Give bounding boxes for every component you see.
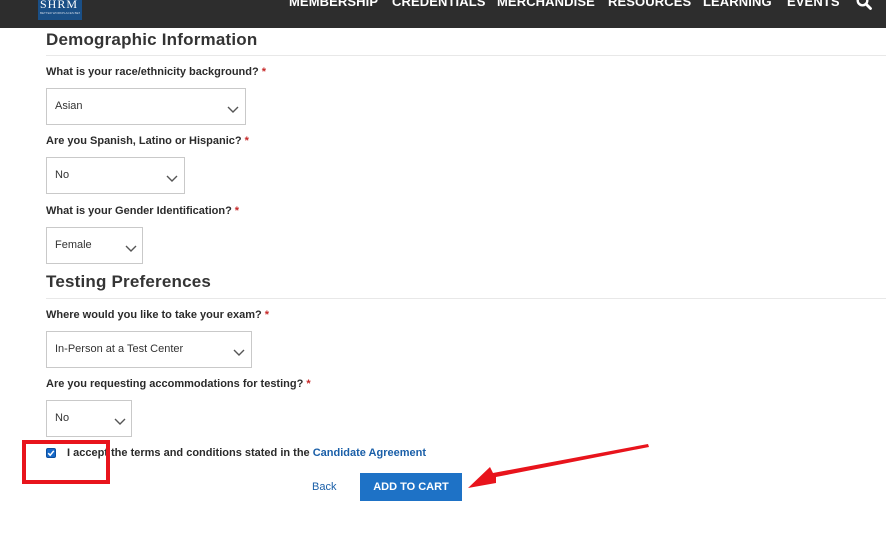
exam-location-label: Where would you like to take your exam? * xyxy=(46,309,269,321)
exam-location-select-value: In-Person at a Test Center xyxy=(55,343,184,355)
gender-label: What is your Gender Identification? * xyxy=(46,205,239,217)
gender-label-text: What is your Gender Identification? xyxy=(46,205,232,217)
candidate-agreement-link[interactable]: Candidate Agreement xyxy=(313,447,426,459)
chevron-down-icon xyxy=(233,349,245,356)
accommodations-label-text: Are you requesting accommodations for te… xyxy=(46,378,304,390)
hispanic-select-value: No xyxy=(55,169,70,181)
search-icon[interactable] xyxy=(856,0,872,10)
accommodations-label: Are you requesting accommodations for te… xyxy=(46,378,311,390)
annotation-arrow xyxy=(468,444,649,488)
required-marker: * xyxy=(244,135,249,147)
back-link[interactable]: Back xyxy=(312,481,336,493)
nav-merchandise[interactable]: MERCHANDISE xyxy=(497,0,595,10)
accommodations-select-value: No xyxy=(55,412,70,424)
required-marker: * xyxy=(264,309,270,321)
logo-tagline: BETTER WORKPLACES BETTER WORLD xyxy=(40,11,80,15)
section-divider xyxy=(46,55,886,56)
terms-text: I accept the terms and conditions stated… xyxy=(67,447,426,459)
nav-credentials[interactable]: CREDENTIALS xyxy=(392,0,486,10)
top-navigation-bar: SHRM BETTER WORKPLACES BETTER WORLD MEMB… xyxy=(0,0,886,28)
nav-events[interactable]: EVENTS xyxy=(787,0,840,10)
race-label: What is your race/ethnicity background? * xyxy=(46,66,266,78)
exam-location-label-text: Where would you like to take your exam? xyxy=(46,309,262,321)
hispanic-select[interactable]: No xyxy=(46,157,185,194)
nav-resources[interactable]: RESOURCES xyxy=(608,0,691,10)
chevron-down-icon xyxy=(114,418,126,425)
add-to-cart-button[interactable]: ADD TO CART xyxy=(360,473,462,501)
nav-learning[interactable]: LEARNING xyxy=(703,0,772,10)
exam-location-select[interactable]: In-Person at a Test Center xyxy=(46,331,252,368)
hispanic-label: Are you Spanish, Latino or Hispanic? * xyxy=(46,135,249,147)
required-marker: * xyxy=(234,205,240,217)
annotation-highlight-box xyxy=(22,440,110,484)
race-select[interactable]: Asian xyxy=(46,88,246,125)
shrm-logo[interactable]: SHRM BETTER WORKPLACES BETTER WORLD xyxy=(38,0,82,20)
race-select-value: Asian xyxy=(55,100,83,112)
hispanic-label-text: Are you Spanish, Latino or Hispanic? xyxy=(46,135,242,147)
race-label-text: What is your race/ethnicity background? xyxy=(46,66,259,78)
required-marker: * xyxy=(306,378,311,390)
section-divider xyxy=(46,298,886,299)
gender-select-value: Female xyxy=(55,239,92,251)
demographic-section-title: Demographic Information xyxy=(46,30,258,49)
accommodations-select[interactable]: No xyxy=(46,400,132,437)
chevron-down-icon xyxy=(227,106,239,113)
nav-membership[interactable]: MEMBERSHIP xyxy=(289,0,378,10)
chevron-down-icon xyxy=(166,175,178,182)
gender-select[interactable]: Female xyxy=(46,227,143,264)
chevron-down-icon xyxy=(125,245,137,252)
required-marker: * xyxy=(261,66,266,78)
testing-section-title: Testing Preferences xyxy=(46,272,212,291)
logo-text: SHRM xyxy=(40,0,79,11)
